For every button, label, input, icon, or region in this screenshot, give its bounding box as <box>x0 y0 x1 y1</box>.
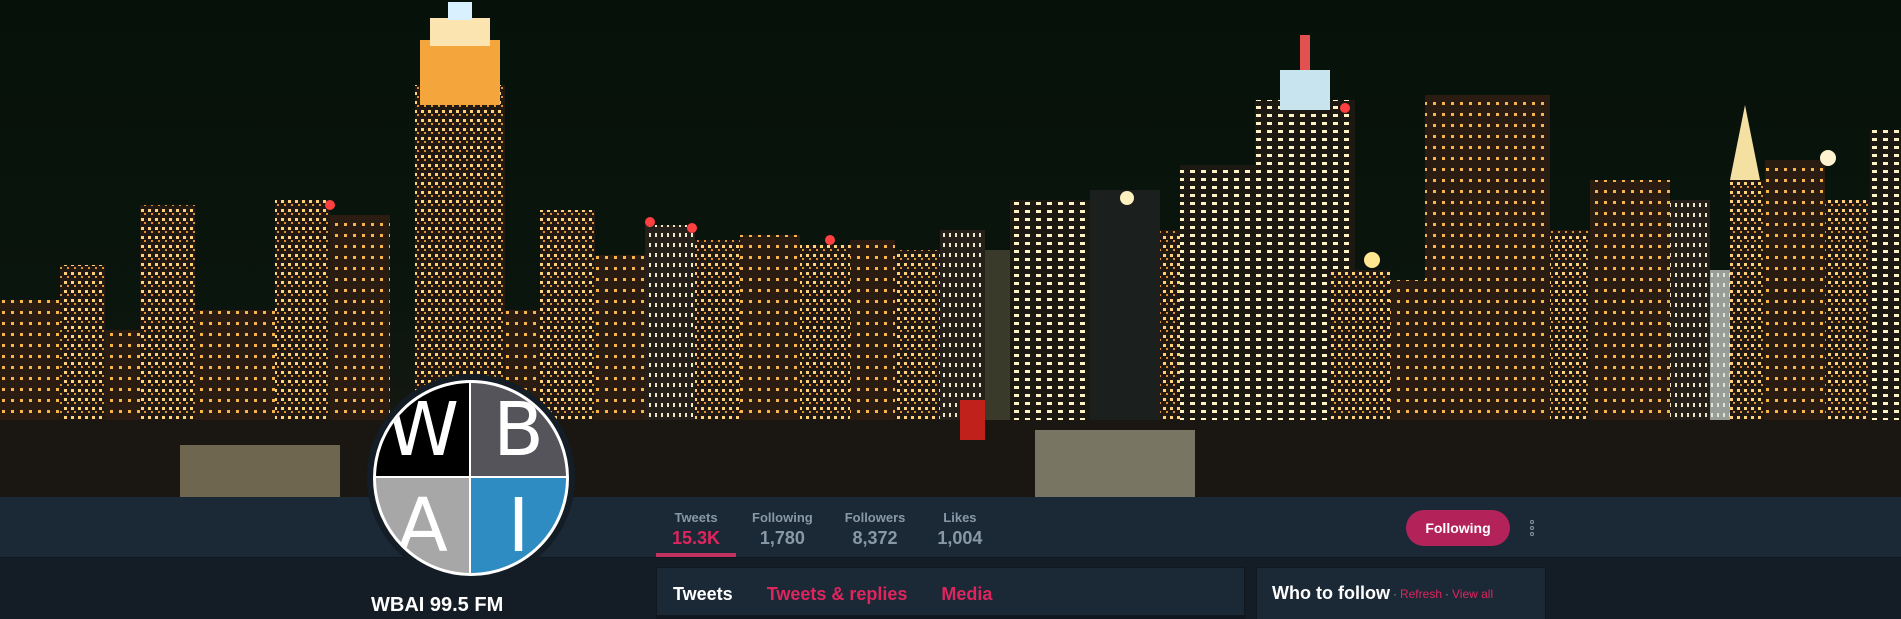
who-to-follow-title: Who to follow <box>1272 583 1390 603</box>
stat-tweets[interactable]: Tweets 15.3K <box>656 497 737 557</box>
stat-value: 15.3K <box>672 528 721 548</box>
stat-label: Likes <box>943 510 977 525</box>
tab-tweets-and-replies[interactable]: Tweets & replies <box>767 568 908 619</box>
stat-value: 1,780 <box>759 528 805 548</box>
profile-nav: Tweets 15.3K Following 1,780 Followers 8… <box>0 497 1901 558</box>
avatar-letter-a: A <box>376 478 471 573</box>
stat-value: 8,372 <box>852 528 898 548</box>
stat-followers[interactable]: Followers 8,372 <box>829 497 922 557</box>
avatar-letter-i: I <box>471 478 566 573</box>
more-dot <box>1530 520 1534 524</box>
stat-likes[interactable]: Likes 1,004 <box>921 497 998 557</box>
tab-media[interactable]: Media <box>941 568 992 619</box>
separator-dot: · <box>1445 586 1449 601</box>
following-button[interactable]: Following <box>1406 510 1510 546</box>
stat-label: Tweets <box>674 510 718 525</box>
who-to-follow-module: Who to follow · Refresh · View all <box>1256 567 1546 619</box>
refresh-link[interactable]: Refresh <box>1400 587 1442 601</box>
stat-label: Followers <box>844 510 906 525</box>
profile-stats: Tweets 15.3K Following 1,780 Followers 8… <box>656 497 998 557</box>
view-all-link[interactable]: View all <box>1452 587 1493 601</box>
profile-avatar[interactable]: W B A I <box>367 374 575 582</box>
more-vertical-icon[interactable] <box>1526 516 1538 540</box>
more-dot <box>1530 532 1534 536</box>
tab-tweets[interactable]: Tweets <box>673 568 733 619</box>
separator-dot: · <box>1392 586 1397 601</box>
stat-label: Following <box>752 510 813 525</box>
tabs-divider <box>656 615 1245 619</box>
stat-value: 1,004 <box>937 528 983 548</box>
timeline-tabs: Tweets Tweets & replies Media <box>656 567 1245 619</box>
more-dot <box>1530 526 1534 530</box>
header-banner-image <box>0 0 1901 497</box>
profile-page: Tweets 15.3K Following 1,780 Followers 8… <box>0 0 1901 619</box>
avatar-logo: W B A I <box>373 380 569 576</box>
stat-following[interactable]: Following 1,780 <box>736 497 829 557</box>
profile-name[interactable]: WBAI 99.5 FM <box>371 594 503 617</box>
